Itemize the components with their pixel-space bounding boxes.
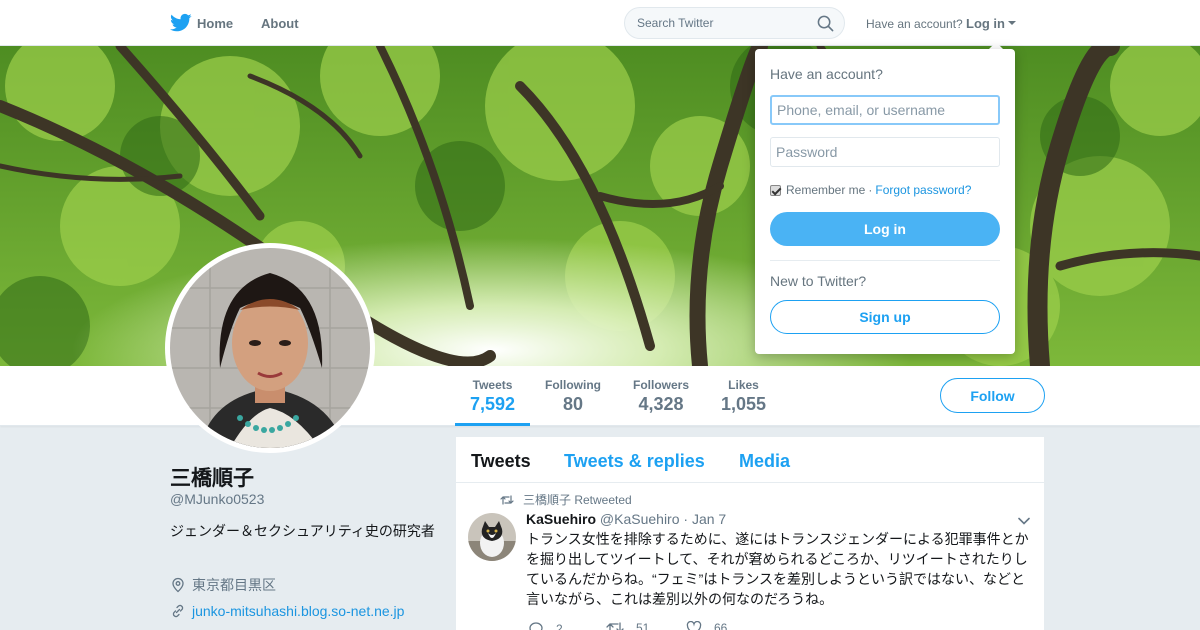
retweet-context: 三橋順子 Retweeted (500, 491, 632, 508)
search-input[interactable] (625, 8, 815, 38)
timeline-tabs: Tweets Tweets & replies Media (456, 437, 1044, 483)
like-action[interactable]: 66 (686, 621, 727, 630)
tweet-author-name[interactable]: KaSuehiro (526, 511, 596, 527)
profile-location: 東京都目黒区 (170, 575, 276, 595)
login-button[interactable]: Log in (770, 212, 1000, 246)
location-icon (172, 577, 184, 593)
remember-me-row: Remember me · Forgot password? (770, 183, 971, 197)
stat-following-value: 80 (562, 394, 584, 414)
stat-followers-label: Followers (633, 378, 690, 392)
stat-tweets[interactable]: Tweets 7,592 (470, 378, 515, 415)
reply-icon[interactable] (528, 621, 544, 630)
reply-count: 2 (556, 622, 563, 630)
tweet-avatar[interactable] (468, 513, 516, 561)
profile-bio: ジェンダー＆セクシュアリティ史の研究者 (170, 523, 435, 539)
nav-about-link[interactable]: About (261, 16, 299, 31)
caret-down-icon[interactable] (1008, 21, 1016, 25)
tweet-actions: 2 51 66 (526, 621, 826, 630)
dropdown-divider (770, 260, 1000, 261)
like-count: 66 (714, 621, 728, 630)
retweet-context-text: 三橋順子 Retweeted (523, 493, 632, 507)
twitter-bird-icon[interactable] (170, 13, 192, 33)
tweet-text: トランス女性を排除するために、遂にはトランスジェンダーによる犯罪事件とかを掘り出… (526, 531, 1029, 607)
stat-following[interactable]: Following 80 (545, 378, 601, 415)
login-dropdown-title: Have an account? (770, 66, 883, 82)
tweet-date[interactable]: Jan 7 (692, 511, 726, 527)
stat-followers-value: 4,328 (638, 394, 684, 414)
tweet-header: KaSuehiro @KaSuehiro · Jan 7 (526, 511, 726, 527)
avatar[interactable] (165, 243, 375, 453)
reply-action[interactable]: 2 (528, 621, 563, 630)
new-to-twitter-text: New to Twitter? (770, 273, 867, 289)
signup-button[interactable]: Sign up (770, 300, 1000, 334)
retweet-icon[interactable] (606, 621, 624, 630)
active-stat-underline (455, 423, 530, 426)
profile-name: 三橋順子 (170, 467, 254, 490)
tweet-author-handle[interactable]: @KaSuehiro (600, 511, 680, 527)
search-box (624, 7, 845, 39)
stat-likes[interactable]: Likes 1,055 (721, 378, 766, 415)
profile-location-text: 東京都目黒区 (192, 577, 276, 593)
login-dropdown: Have an account? Remember me · Forgot pa… (755, 49, 1015, 354)
nav-home-link[interactable]: Home (197, 16, 233, 31)
stat-followers[interactable]: Followers 4,328 (633, 378, 689, 415)
retweet-icon (500, 494, 514, 505)
search-icon[interactable] (817, 15, 834, 32)
remember-me-label[interactable]: Remember me (786, 183, 865, 197)
username-field[interactable] (770, 95, 1000, 125)
follow-button[interactable]: Follow (940, 378, 1045, 413)
profile-url-link[interactable]: junko-mitsuhashi.blog.so-net.ne.jp (192, 603, 404, 619)
tab-tweets[interactable]: Tweets (471, 451, 531, 472)
stat-tweets-value: 7,592 (470, 394, 516, 414)
stat-tweets-label: Tweets (472, 378, 513, 392)
stat-likes-label: Likes (728, 378, 759, 392)
timeline: Tweets Tweets & replies Media 三橋順子 Retwe… (456, 437, 1044, 630)
remember-separator: · (868, 183, 873, 197)
retweet-count: 51 (636, 621, 650, 630)
retweet-action[interactable]: 51 (606, 621, 649, 630)
tweet-separator: · (683, 511, 689, 527)
remember-me-checkbox[interactable] (770, 184, 781, 196)
forgot-password-link[interactable]: Forgot password? (875, 183, 971, 197)
stat-following-label: Following (545, 378, 601, 392)
stat-likes-value: 1,055 (721, 394, 767, 414)
profile-handle[interactable]: @MJunko0523 (170, 491, 264, 507)
tab-media[interactable]: Media (739, 451, 790, 472)
have-account-text: Have an account? (866, 17, 963, 31)
profile-url[interactable]: junko-mitsuhashi.blog.so-net.ne.jp (170, 603, 404, 619)
top-navigation-bar: Home About Have an account? Log in (0, 0, 1200, 46)
login-menu-link[interactable]: Log in (966, 16, 1005, 31)
link-icon (172, 604, 184, 618)
like-icon[interactable] (686, 621, 702, 630)
chevron-down-icon[interactable] (1018, 517, 1030, 525)
tab-tweets-and-replies[interactable]: Tweets & replies (564, 451, 705, 472)
password-field[interactable] (770, 137, 1000, 167)
